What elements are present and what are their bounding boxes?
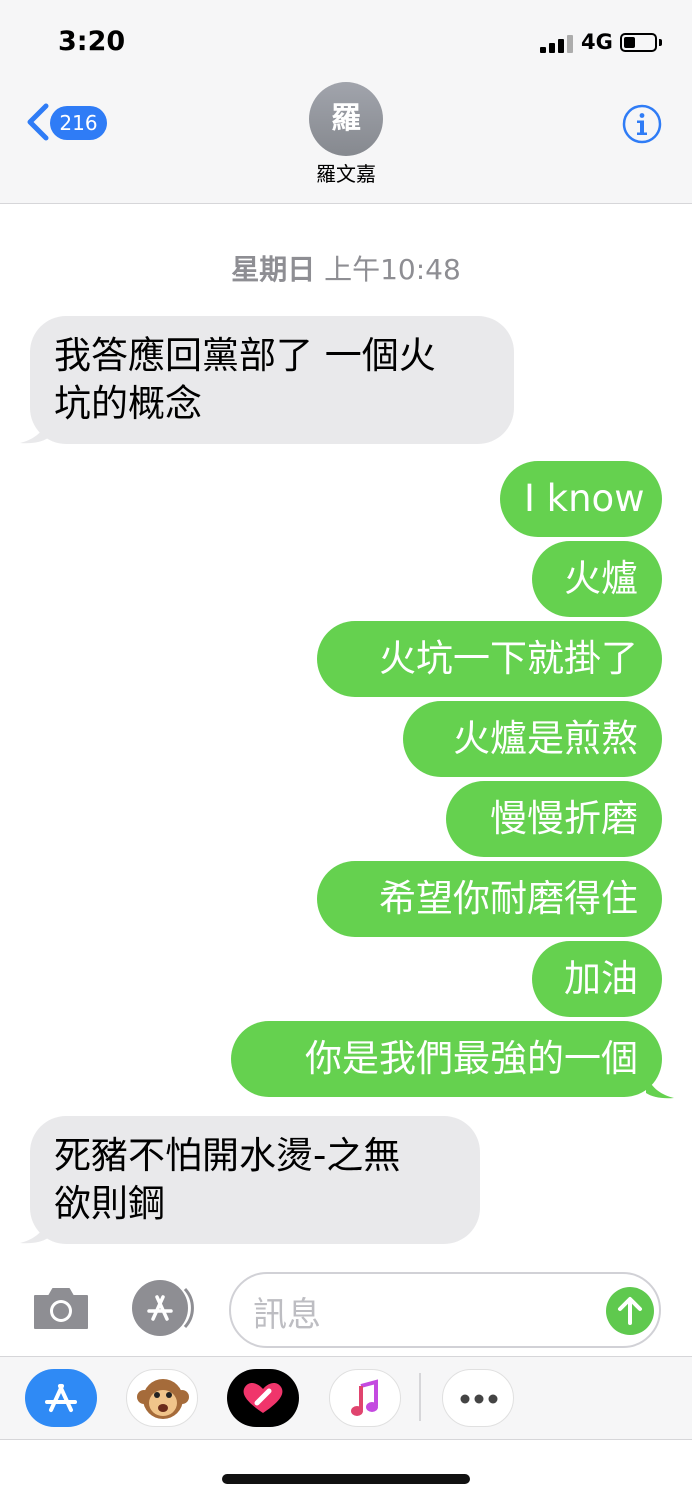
outgoing-message[interactable]: 火坑一下就掛了	[317, 621, 662, 697]
message-input-placeholder: 訊息	[253, 1295, 321, 1335]
info-icon[interactable]	[622, 104, 662, 144]
outgoing-message[interactable]: 你是我們最強的一個	[231, 1021, 662, 1097]
home-indicator[interactable]	[222, 1474, 470, 1484]
cellular-signal-icon	[540, 35, 574, 53]
outgoing-message[interactable]: 希望你耐磨得住	[317, 861, 662, 937]
conversation-header: 216 羅 羅文嘉	[0, 80, 692, 204]
send-button[interactable]	[606, 1287, 654, 1335]
outgoing-message[interactable]: I know	[500, 461, 662, 537]
back-unread-count[interactable]: 216	[50, 106, 107, 140]
outgoing-message[interactable]: 加油	[532, 941, 662, 1017]
outgoing-bubble-tail	[646, 1075, 674, 1099]
battery-icon	[620, 33, 657, 52]
contact-name[interactable]: 羅文嘉	[0, 158, 692, 187]
timestamp-day: 星期日	[231, 253, 316, 286]
outgoing-message[interactable]: 火爐是煎熬	[403, 701, 662, 777]
message-input[interactable]: 訊息	[229, 1272, 661, 1348]
arrow-up-icon	[618, 1297, 642, 1325]
app-store-icon[interactable]	[129, 1279, 195, 1337]
music-icon[interactable]	[329, 1369, 401, 1427]
outgoing-message[interactable]: 火爐	[532, 541, 662, 617]
incoming-bubble-tail	[20, 1220, 48, 1244]
more-icon[interactable]	[442, 1369, 514, 1427]
digital-touch-icon[interactable]	[227, 1369, 299, 1427]
status-time: 3:20	[58, 26, 126, 57]
camera-icon[interactable]	[31, 1284, 91, 1332]
message-timestamp: 星期日 上午10:48	[0, 248, 692, 288]
app-store-icon[interactable]	[25, 1369, 97, 1427]
incoming-message[interactable]: 我答應回黨部了 一個火 坑的概念	[30, 316, 514, 444]
incoming-message[interactable]: 死豬不怕開水燙-之無 欲則鋼	[30, 1116, 480, 1244]
imessage-app-drawer	[0, 1356, 692, 1440]
timestamp-time: 上午10:48	[324, 253, 461, 286]
status-bar: 3:20 4G	[0, 0, 692, 80]
outgoing-message[interactable]: 慢慢折磨	[446, 781, 662, 857]
incoming-bubble-tail	[20, 420, 48, 444]
network-type: 4G	[581, 30, 613, 54]
animoji-icon[interactable]	[126, 1369, 198, 1427]
drawer-divider	[419, 1373, 421, 1421]
contact-avatar[interactable]: 羅	[309, 82, 383, 156]
